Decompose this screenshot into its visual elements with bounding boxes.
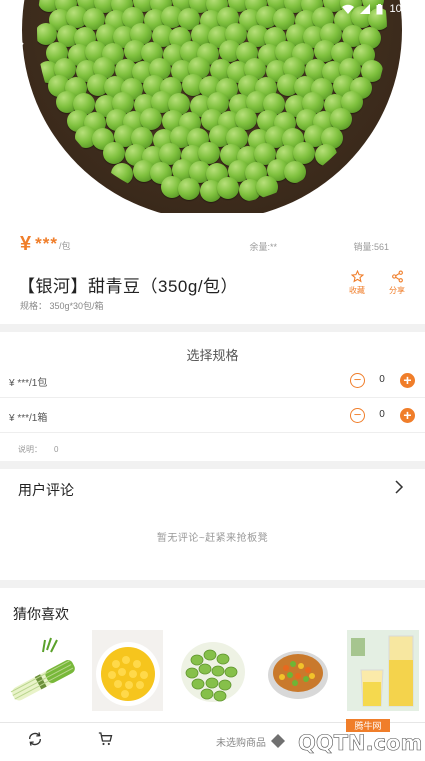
pea [216, 177, 239, 199]
recommend-item[interactable] [7, 630, 78, 711]
stock-count: 余量:** [249, 242, 277, 252]
recommend-item[interactable] [347, 630, 419, 711]
share-label: 分享 [389, 286, 405, 295]
favorite-button[interactable]: 收藏 [347, 270, 367, 296]
recommend-title: 猜你喜欢 [13, 606, 69, 622]
yen-icon: ¥ [20, 232, 32, 255]
watermark-logo: 腾牛网 QQTN.com [265, 719, 423, 755]
cart-button[interactable] [97, 731, 114, 752]
decrease-button[interactable]: − [350, 373, 365, 388]
cart-icon [98, 732, 113, 746]
product-spec: 规格： 350g*30包/箱 [20, 301, 104, 311]
status-time: 10:43 [389, 3, 417, 15]
reviews-empty-text: 暂无评论~赶紧来抢板凳 [156, 533, 269, 544]
signal-icon [360, 4, 371, 14]
reviews-title[interactable]: 用户评论 [18, 480, 74, 500]
reviews-more-button[interactable] [394, 480, 404, 494]
product-image [0, 0, 425, 213]
decrease-button[interactable]: − [350, 408, 365, 423]
refresh-button[interactable] [27, 731, 43, 752]
recommend-item[interactable] [262, 630, 333, 711]
status-bar: 10:43 [0, 0, 425, 18]
refresh-icon [28, 732, 42, 746]
section-divider [0, 324, 425, 332]
notification-icon [8, 4, 18, 14]
increase-button[interactable]: + [400, 373, 415, 388]
pea [177, 178, 200, 200]
quantity-value: 0 [379, 374, 385, 385]
price-row: ¥ *** /包 余量:** 销量:561 [20, 232, 405, 256]
spec-option-row: ¥ ***/1包 − 0 + [0, 364, 425, 398]
recommend-item[interactable] [92, 630, 163, 711]
sweet-corn-image [92, 630, 163, 711]
pea [255, 176, 278, 198]
spec-note: 说明： 0 [18, 444, 58, 455]
battery-icon [376, 3, 383, 14]
edamame-image [177, 630, 248, 711]
price-unit: /包 [58, 241, 71, 251]
note-value: 0 [54, 445, 59, 454]
watermark: 腾牛网 QQTN.com [258, 719, 425, 756]
section-divider [0, 580, 425, 588]
note-label: 说明： [18, 445, 42, 454]
share-button[interactable]: 分享 [386, 270, 408, 296]
sold-count: 销量:561 [353, 242, 389, 252]
share-icon [391, 270, 403, 283]
watermark-brand: QQTN.com [298, 731, 422, 755]
chevron-left-icon [13, 42, 24, 60]
chevron-right-icon [395, 480, 404, 494]
product-price: *** [35, 234, 58, 253]
pea [111, 163, 133, 185]
back-button[interactable] [12, 40, 36, 64]
favorite-label: 收藏 [349, 286, 365, 295]
recommend-item[interactable] [177, 630, 248, 711]
pea [102, 142, 125, 164]
quantity-value: 0 [379, 409, 385, 420]
mixed-vegetables-image [262, 630, 333, 711]
star-outline-icon [350, 270, 364, 283]
pea [314, 144, 337, 166]
green-onion-image [7, 630, 78, 711]
product-title: 【银河】甜青豆（350g/包） [18, 277, 239, 296]
juice-image [347, 630, 419, 711]
wifi-icon [342, 4, 355, 14]
section-divider [0, 461, 425, 469]
spec-option-label: ¥ ***/1箱 [9, 413, 48, 424]
pea [284, 161, 306, 183]
spec-section-title: 选择规格 [186, 348, 239, 363]
spec-option-row: ¥ ***/1箱 − 0 + [0, 399, 425, 433]
increase-button[interactable]: + [400, 408, 415, 423]
spec-option-label: ¥ ***/1包 [9, 378, 48, 389]
